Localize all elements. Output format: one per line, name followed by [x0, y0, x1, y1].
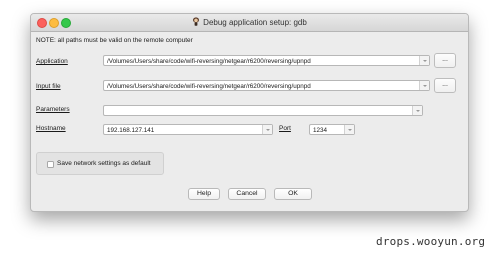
application-label-text: Application — [36, 58, 68, 65]
hostname-label-text: Hostname — [36, 125, 66, 132]
network-settings-group: Save network settings as default — [36, 152, 164, 175]
parameters-combobox[interactable] — [103, 105, 423, 116]
input-file-label-text: Input file — [36, 83, 61, 90]
window-title: Debug application setup: gdb — [203, 18, 307, 27]
hostname-label: Hostname — [36, 125, 66, 132]
ida-app-icon — [193, 17, 200, 26]
chevron-down-icon[interactable] — [262, 125, 272, 134]
chevron-down-icon[interactable] — [419, 56, 429, 65]
port-label: Port — [279, 125, 291, 132]
watermark-text: drops.wooyun.org — [376, 235, 486, 248]
port-value: 1234 — [313, 126, 328, 134]
window-title-area: Debug application setup: gdb — [31, 17, 468, 27]
help-button[interactable]: Help — [188, 188, 220, 200]
application-path-value: /Volumes/Users/share/code/wifi-reversing… — [107, 57, 311, 65]
application-browse-button[interactable]: ... — [434, 53, 456, 68]
save-settings-label[interactable]: Save network settings as default — [57, 160, 151, 167]
remote-path-note: NOTE: all paths must be valid on the rem… — [36, 37, 193, 44]
input-file-browse-button[interactable]: ... — [434, 78, 456, 93]
chevron-down-icon[interactable] — [412, 106, 422, 115]
parameters-label-text: Parameters — [36, 106, 70, 113]
title-bar: Debug application setup: gdb — [31, 14, 468, 32]
input-file-label: Input file — [36, 83, 61, 90]
input-file-combobox[interactable]: /Volumes/Users/share/code/wifi-reversing… — [103, 80, 430, 91]
chevron-down-icon[interactable] — [344, 125, 354, 134]
hostname-value: 192.168.127.141 — [107, 126, 155, 134]
input-file-path-value: /Volumes/Users/share/code/wifi-reversing… — [107, 82, 311, 90]
chevron-down-icon[interactable] — [419, 81, 429, 90]
ok-button[interactable]: OK — [274, 188, 312, 200]
application-label: Application — [36, 58, 68, 65]
application-combobox[interactable]: /Volumes/Users/share/code/wifi-reversing… — [103, 55, 430, 66]
hostname-combobox[interactable]: 192.168.127.141 — [103, 124, 273, 135]
debug-setup-dialog: Debug application setup: gdb NOTE: all p… — [30, 13, 469, 212]
port-label-text: Port — [279, 125, 291, 132]
port-combobox[interactable]: 1234 — [309, 124, 355, 135]
parameters-label: Parameters — [36, 106, 70, 113]
save-settings-checkbox[interactable] — [47, 161, 54, 168]
cancel-button[interactable]: Cancel — [228, 188, 266, 200]
